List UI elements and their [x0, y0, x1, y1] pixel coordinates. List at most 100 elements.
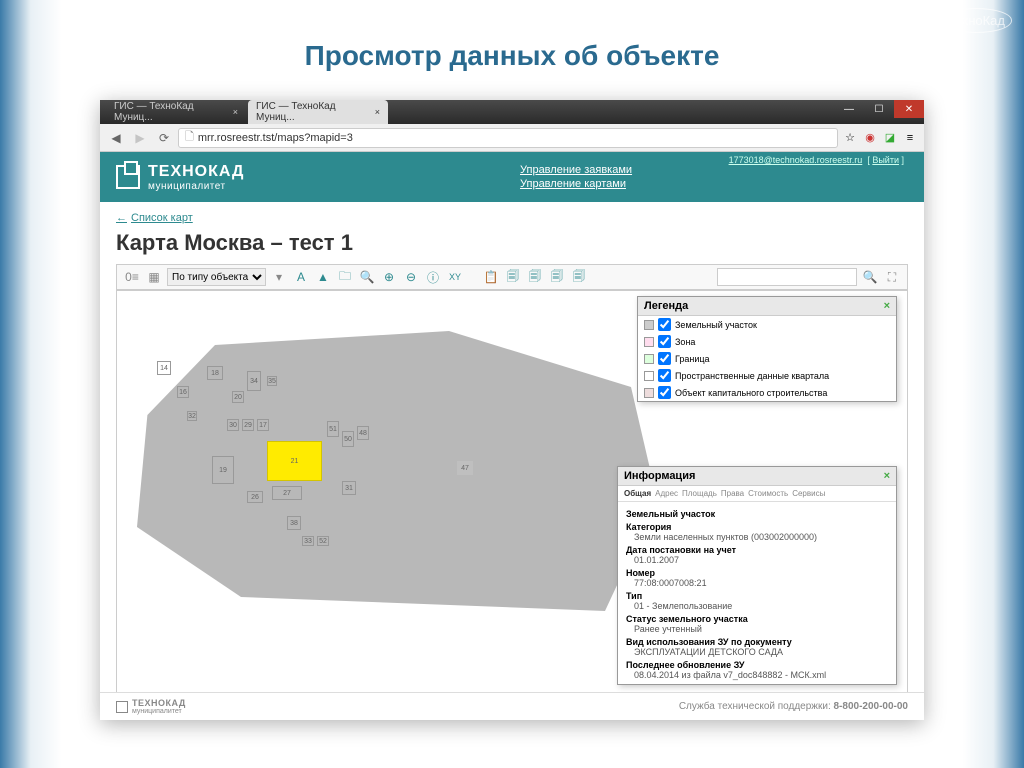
layer-icon[interactable]: 🗐	[526, 268, 544, 286]
parcel[interactable]: 30	[227, 419, 239, 431]
close-icon[interactable]: ×	[375, 107, 380, 117]
info-tab[interactable]: Площадь	[682, 489, 717, 498]
parcel[interactable]: 17	[257, 419, 269, 431]
legend-checkbox[interactable]	[658, 318, 671, 331]
address-bar: ◀ ▶ ⟳ 🗋mrr.rosreestr.tst/maps?mapid=3 ☆ …	[100, 124, 924, 152]
minimize-button[interactable]: —	[834, 100, 864, 118]
fullscreen-icon[interactable]: ⛶	[883, 268, 901, 286]
layer-icon[interactable]: 🗐	[504, 268, 522, 286]
parcel[interactable]: 27	[272, 486, 302, 500]
parcel-selected[interactable]: 21	[267, 441, 322, 481]
tab-0[interactable]: ГИС — ТехноКад Муниц...×	[106, 100, 246, 124]
info-field-label: Категория	[626, 522, 888, 532]
close-icon[interactable]: ×	[884, 470, 890, 482]
dropdown-icon[interactable]: ▾	[270, 268, 288, 286]
info-tab[interactable]: Стоимость	[748, 489, 788, 498]
info-field-label: Последнее обновление ЗУ	[626, 660, 888, 670]
search-icon[interactable]: 🔍	[358, 268, 376, 286]
parcel[interactable]: 47	[457, 461, 473, 475]
page-title: Карта Москва – тест 1	[116, 230, 908, 256]
menu-icon[interactable]: ≡	[902, 130, 918, 146]
watermark: ТехноКад	[941, 8, 1012, 33]
parcel[interactable]: 38	[287, 516, 301, 530]
layer-icon[interactable]: 📋	[482, 268, 500, 286]
info-tab[interactable]: Права	[721, 489, 744, 498]
user-email[interactable]: 1773018@technokad.rosreestr.ru	[729, 155, 863, 165]
list-icon[interactable]: ▦	[145, 268, 163, 286]
parcel[interactable]: 32	[187, 411, 197, 421]
parcel[interactable]: 48	[357, 426, 369, 440]
folder-icon[interactable]: 🗀	[336, 268, 354, 286]
parcel[interactable]: 18	[207, 366, 223, 380]
info-tab[interactable]: Адрес	[655, 489, 678, 498]
tab-1[interactable]: ГИС — ТехноКад Муниц...×	[248, 100, 388, 124]
legend-item: Зона	[638, 333, 896, 350]
parcel[interactable]: 29	[242, 419, 254, 431]
ext-icon[interactable]: ◉	[862, 130, 878, 146]
parcel[interactable]: 50	[342, 431, 354, 447]
parcel[interactable]: 31	[342, 481, 356, 495]
forward-button[interactable]: ▶	[130, 128, 150, 148]
zoom-out-icon[interactable]: ⊖	[402, 268, 420, 286]
parcel[interactable]: 35	[267, 376, 277, 386]
parcel[interactable]: 51	[327, 421, 339, 437]
parcel[interactable]: 14	[157, 361, 171, 375]
parcel[interactable]: 52	[317, 536, 329, 546]
parcel[interactable]: 16	[177, 386, 189, 398]
support-phone: 8-800-200-00-00	[834, 701, 909, 712]
reload-button[interactable]: ⟳	[154, 128, 174, 148]
counter-icon[interactable]: 0≡	[123, 268, 141, 286]
back-link[interactable]: Список карт	[116, 212, 908, 224]
link-requests[interactable]: Управление заявками	[520, 164, 632, 176]
legend-checkbox[interactable]	[658, 352, 671, 365]
info-field-value: Ранее учтенный	[626, 624, 888, 634]
info-field-label: Номер	[626, 568, 888, 578]
logo-icon	[116, 701, 128, 713]
legend-item: Земельный участок	[638, 316, 896, 333]
parcel[interactable]: 26	[247, 491, 263, 503]
parcel[interactable]: 19	[212, 456, 234, 484]
legend-checkbox[interactable]	[658, 335, 671, 348]
legend-panel: Легенда× Земельный участокЗонаГраницаПро…	[637, 296, 897, 402]
zoom-in-icon[interactable]: ⊕	[380, 268, 398, 286]
browser-window: ГИС — ТехноКад Муниц...× ГИС — ТехноКад …	[100, 100, 924, 720]
parcel[interactable]: 33	[302, 536, 314, 546]
close-icon[interactable]: ×	[233, 107, 238, 117]
info-tab[interactable]: Общая	[624, 489, 651, 498]
legend-checkbox[interactable]	[658, 386, 671, 399]
filter-select[interactable]: По типу объекта	[167, 268, 266, 286]
info-title: Информация	[624, 470, 695, 482]
info-field-value: Земли населенных пунктов (003002000000)	[626, 532, 888, 542]
layer-icon[interactable]: 🗐	[570, 268, 588, 286]
parcel[interactable]: 20	[232, 391, 244, 403]
info-field-value: 01 - Землепользование	[626, 601, 888, 611]
info-icon[interactable]: ⓘ	[424, 268, 442, 286]
titlebar: ГИС — ТехноКад Муниц...× ГИС — ТехноКад …	[100, 100, 924, 124]
info-heading: Земельный участок	[626, 509, 888, 519]
map-view[interactable]: 14 16 18 20 32 34 35 30 29 17 51 50 48 2…	[116, 290, 908, 710]
text-icon[interactable]: A	[292, 268, 310, 286]
toolbar: 0≡ ▦ По типу объекта ▾ A ▲ 🗀 🔍 ⊕ ⊖ ⓘ XY …	[116, 264, 908, 290]
back-button[interactable]: ◀	[106, 128, 126, 148]
close-icon[interactable]: ×	[884, 300, 890, 312]
logout-link[interactable]: Выйти	[872, 155, 899, 165]
info-tab[interactable]: Сервисы	[792, 489, 825, 498]
layer-icon[interactable]: 🗐	[548, 268, 566, 286]
info-field-value: 01.01.2007	[626, 555, 888, 565]
parcel[interactable]: 34	[247, 371, 261, 391]
ext-icon[interactable]: ◪	[882, 130, 898, 146]
content: Список карт Карта Москва – тест 1 0≡ ▦ П…	[100, 202, 924, 692]
footer: ТЕХНОКАД муниципалитет Служба техническо…	[100, 692, 924, 720]
maximize-button[interactable]: ☐	[864, 100, 894, 118]
info-tabs: Общая Адрес Площадь Права Стоимость Сервисы	[618, 486, 896, 502]
marker-icon[interactable]: ▲	[314, 268, 332, 286]
link-maps[interactable]: Управление картами	[520, 178, 632, 190]
close-button[interactable]: ✕	[894, 100, 924, 118]
search-input[interactable]	[717, 268, 857, 286]
info-field-label: Статус земельного участка	[626, 614, 888, 624]
xy-icon[interactable]: XY	[446, 268, 464, 286]
search-icon[interactable]: 🔍	[861, 268, 879, 286]
legend-checkbox[interactable]	[658, 369, 671, 382]
star-icon[interactable]: ☆	[842, 130, 858, 146]
url-field[interactable]: 🗋mrr.rosreestr.tst/maps?mapid=3	[178, 128, 838, 148]
